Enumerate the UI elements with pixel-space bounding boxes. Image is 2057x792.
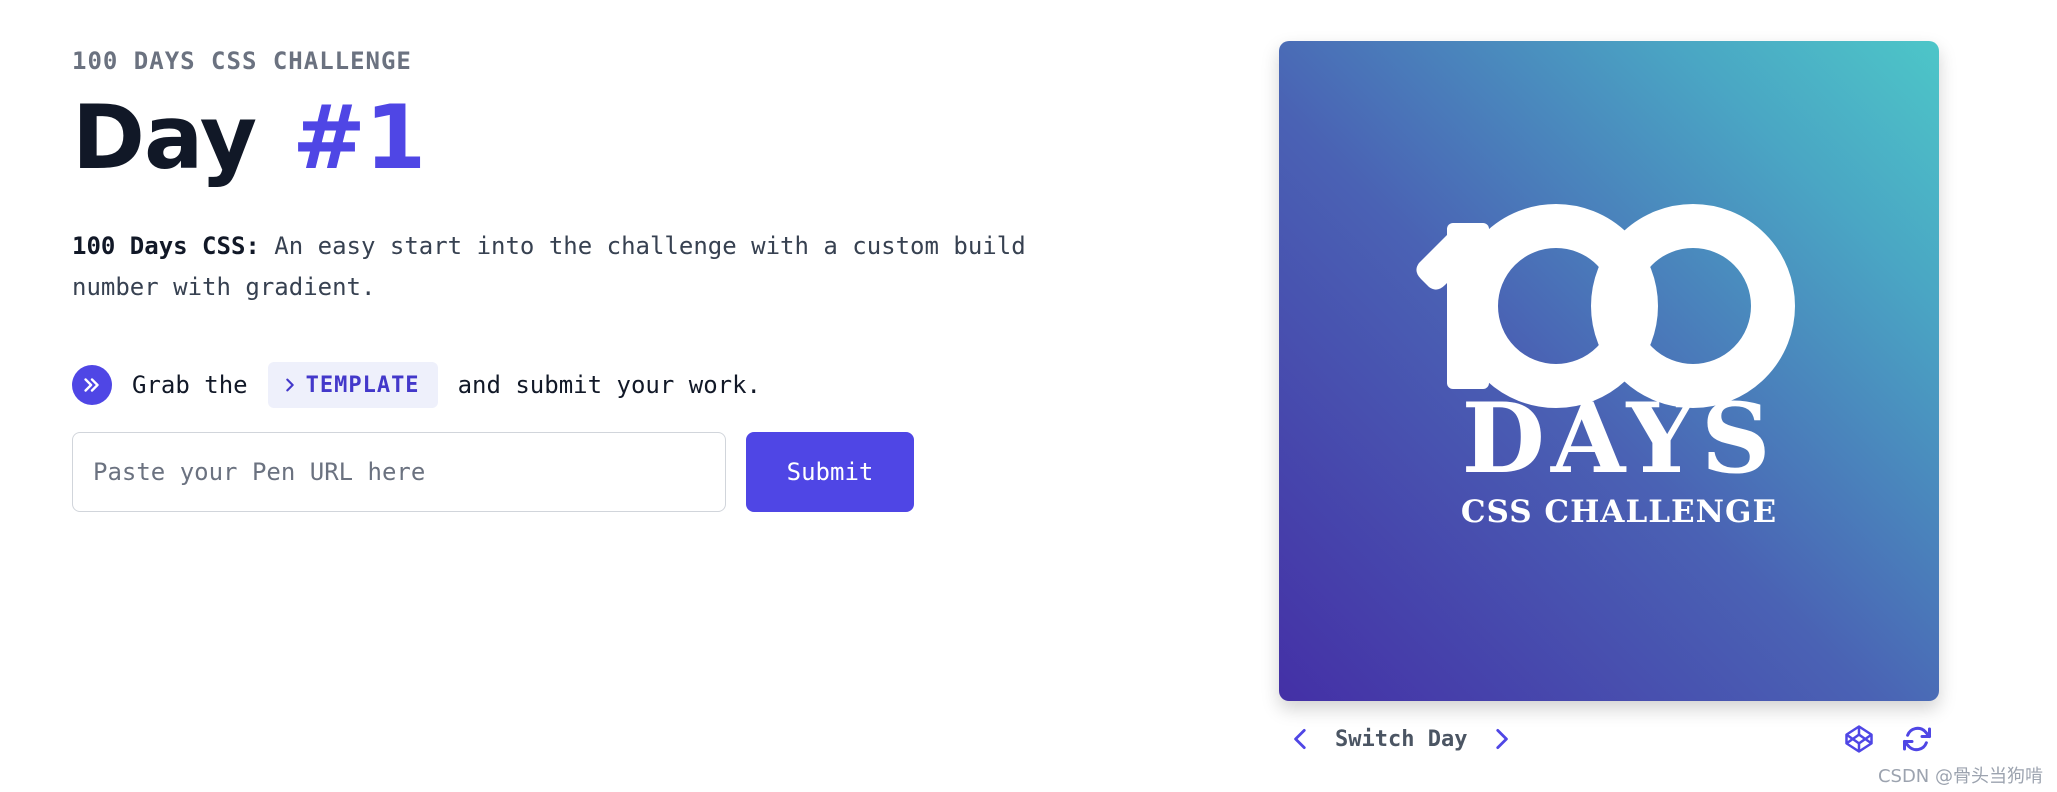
chevron-left-icon <box>1294 728 1306 750</box>
challenge-preview: DAYS CSS CHALLENGE <box>1279 41 1939 701</box>
challenge-panel: 100 DAYS CSS CHALLENGE Day #1 100 Days CS… <box>72 44 1072 512</box>
grab-text-after: and submit your work. <box>457 371 761 399</box>
hundred-days-logo <box>1416 204 1795 408</box>
submit-form: Submit <box>72 432 1072 512</box>
reload-button[interactable] <box>1895 717 1939 761</box>
switch-day-label: Switch Day <box>1335 726 1468 752</box>
title-prefix: Day <box>72 86 257 189</box>
grab-template-row: Grab the TEMPLATE and submit your work. <box>72 362 1072 408</box>
day-switcher: Switch Day <box>1279 716 1939 762</box>
chevron-right-icon <box>1496 728 1509 750</box>
refresh-icon <box>1903 726 1931 752</box>
title-day-number: #1 <box>292 86 426 189</box>
page: 100 DAYS CSS CHALLENGE Day #1 100 Days CS… <box>0 0 2057 792</box>
pen-url-input[interactable] <box>72 432 726 512</box>
template-label: TEMPLATE <box>305 372 420 398</box>
codepen-button[interactable] <box>1837 717 1881 761</box>
double-chevron-right-icon <box>72 365 112 405</box>
template-link[interactable]: TEMPLATE <box>267 362 438 408</box>
watermark-text: CSDN @骨头当狗啃 <box>1877 766 2043 787</box>
previous-day-button[interactable] <box>1279 717 1323 761</box>
codepen-icon <box>1845 725 1873 753</box>
chevron-right-icon <box>285 378 294 392</box>
logo-days-text: DAYS <box>1461 382 1777 495</box>
description-bold: 100 Days CSS: <box>72 232 260 260</box>
logo-subtitle-text: CSS CHALLENGE <box>1460 494 1778 530</box>
next-day-button[interactable] <box>1479 717 1523 761</box>
challenge-description: 100 Days CSS: An easy start into the cha… <box>72 226 1072 308</box>
page-title: Day #1 <box>72 88 1072 188</box>
submit-button[interactable]: Submit <box>746 432 914 512</box>
eyebrow-label: 100 DAYS CSS CHALLENGE <box>72 47 412 75</box>
grab-text-before: Grab the <box>132 371 248 399</box>
